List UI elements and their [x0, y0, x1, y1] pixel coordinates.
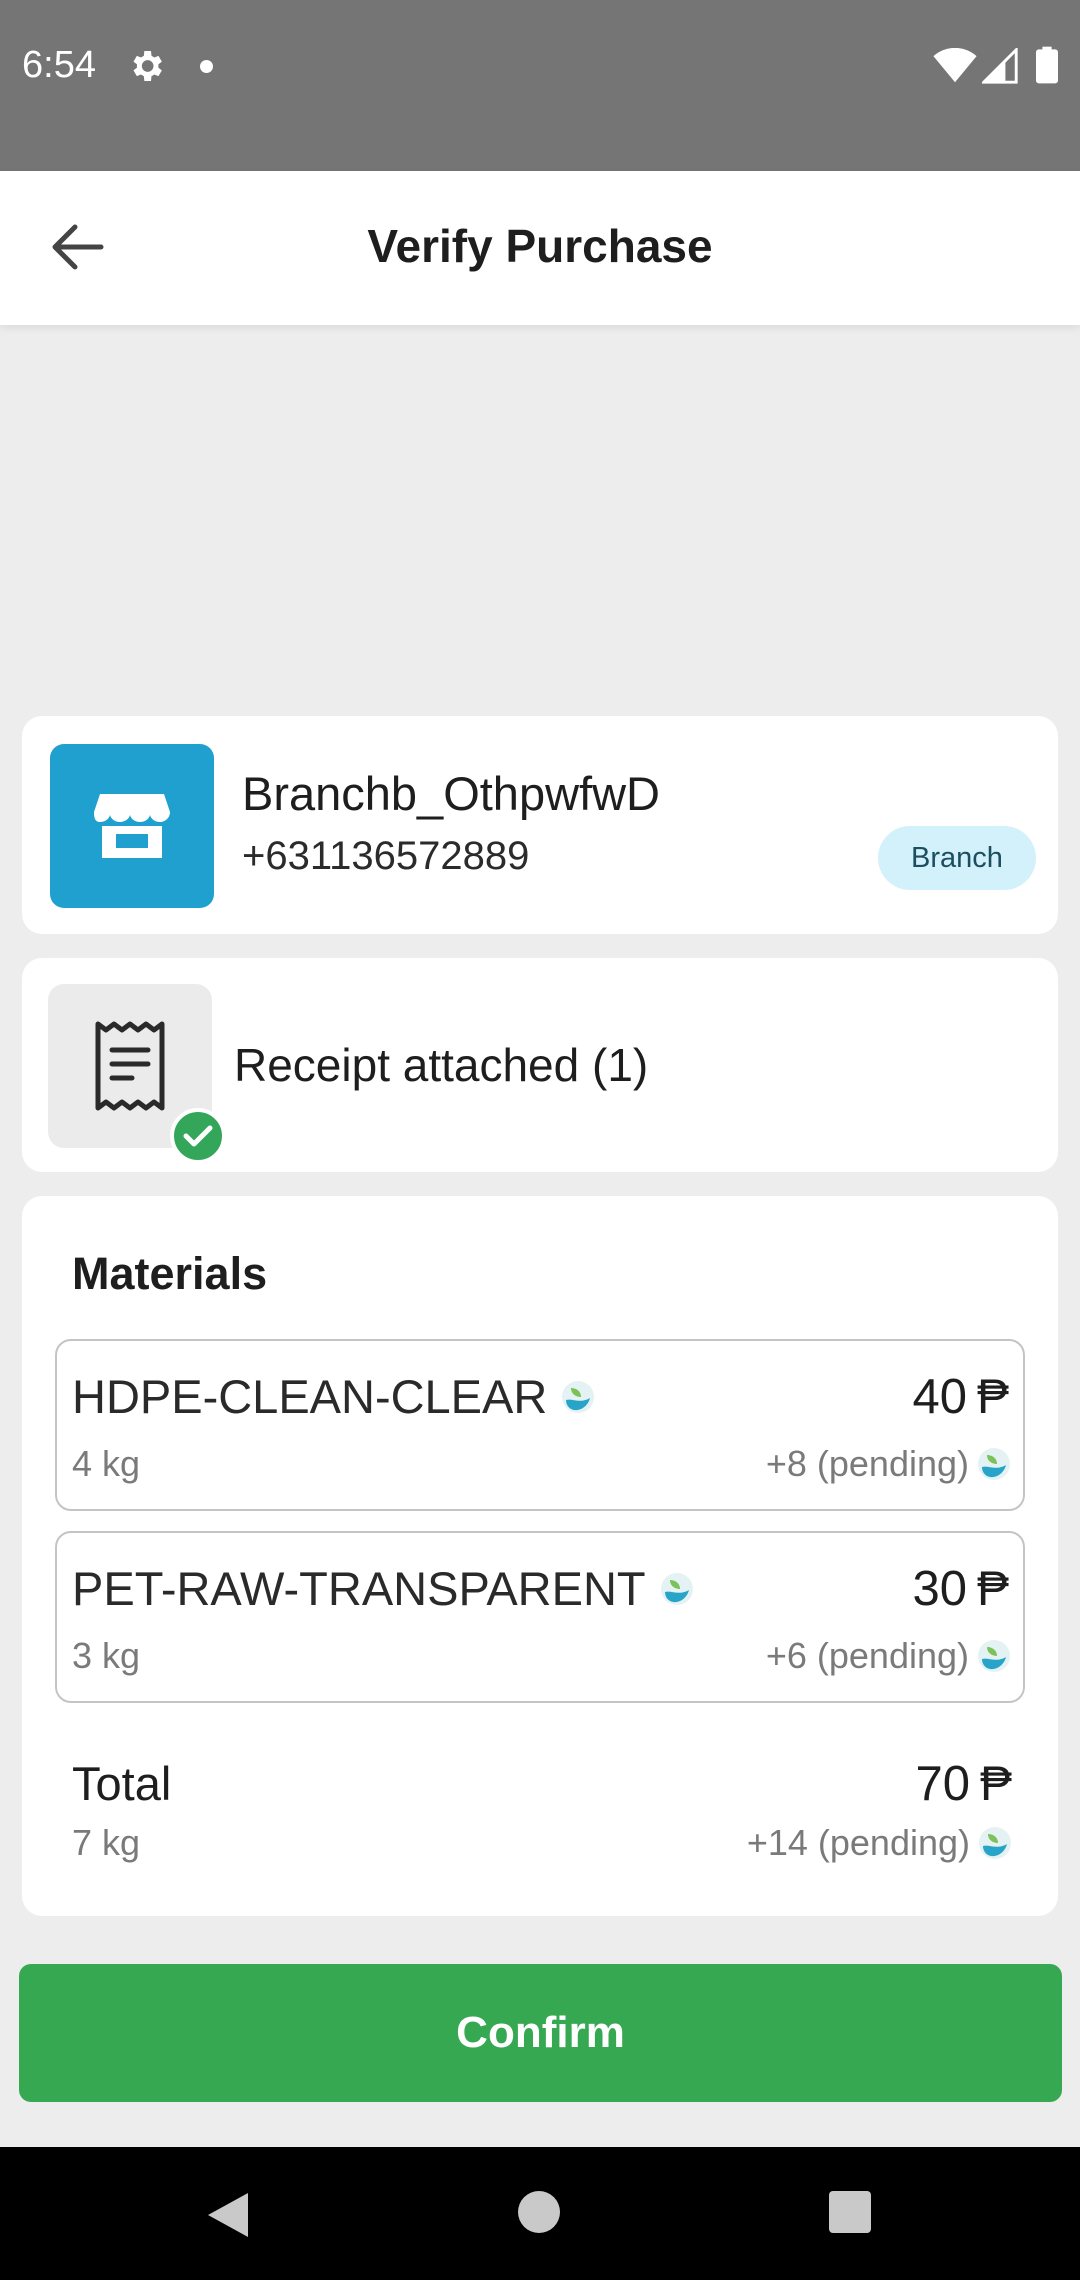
branch-name: Branchb_OthpwfwD [242, 767, 660, 820]
branch-card: Branchb_OthpwfwD +631136572889 Branch [22, 716, 1058, 934]
total-price: 70 [915, 1757, 970, 1811]
storefront-icon [94, 794, 170, 858]
currency-symbol: ₱ [976, 1370, 1009, 1424]
currency-symbol: ₱ [979, 1757, 1012, 1811]
check-circle-icon [170, 1108, 226, 1164]
branch-phone: +631136572889 [242, 834, 530, 878]
status-bar: 6:54 [0, 0, 1080, 171]
settings-gear-icon [133, 51, 162, 81]
material-price: 30 [912, 1562, 967, 1616]
status-time: 6:54 [22, 44, 96, 86]
material-weight: 3 kg [72, 1635, 141, 1676]
eco-token-icon [978, 1640, 1010, 1672]
material-name: PET-RAW-TRANSPARENT [72, 1562, 646, 1615]
nav-home-icon[interactable] [518, 2191, 560, 2233]
receipt-icon [95, 1021, 165, 1111]
material-pending-points: +8 (pending) [765, 1443, 969, 1484]
branch-type-badge: Branch [878, 826, 1036, 890]
material-item: PET-RAW-TRANSPARENT 3 kg 30 ₱ +6 (pendin… [55, 1531, 1025, 1703]
cell-signal-icon [982, 48, 1018, 84]
eco-token-icon [979, 1827, 1011, 1859]
material-name: HDPE-CLEAN-CLEAR [72, 1370, 548, 1423]
app-bar: Verify Purchase [0, 171, 1080, 325]
store-avatar [50, 744, 214, 908]
material-price: 40 [912, 1370, 967, 1424]
total-pending-points: +14 (pending) [746, 1822, 970, 1863]
eco-token-icon [562, 1380, 595, 1413]
receipt-label: Receipt attached (1) [234, 1039, 649, 1091]
page-title: Verify Purchase [367, 220, 713, 272]
material-pending-points: +6 (pending) [765, 1635, 969, 1676]
material-weight: 4 kg [72, 1443, 141, 1484]
total-weight: 7 kg [72, 1822, 141, 1863]
nav-recents-icon[interactable] [829, 2191, 871, 2233]
receipt-card[interactable]: Receipt attached (1) [22, 958, 1058, 1172]
confirm-button[interactable]: Confirm [19, 1964, 1062, 2102]
materials-title: Materials [72, 1248, 268, 1299]
wifi-icon [933, 48, 977, 83]
materials-card: Materials HDPE-CLEAN-CLEAR 4 kg 40 ₱ +8 … [22, 1196, 1058, 1916]
eco-token-icon [660, 1572, 693, 1605]
nav-back-icon[interactable] [206, 2191, 250, 2239]
currency-symbol: ₱ [976, 1562, 1009, 1616]
battery-icon [1036, 46, 1058, 84]
system-nav-bar [0, 2147, 1080, 2280]
notification-dot-icon [200, 60, 213, 73]
material-item: HDPE-CLEAN-CLEAR 4 kg 40 ₱ +8 (pending) [55, 1339, 1025, 1511]
eco-token-icon [978, 1448, 1010, 1480]
total-label: Total [72, 1757, 172, 1810]
